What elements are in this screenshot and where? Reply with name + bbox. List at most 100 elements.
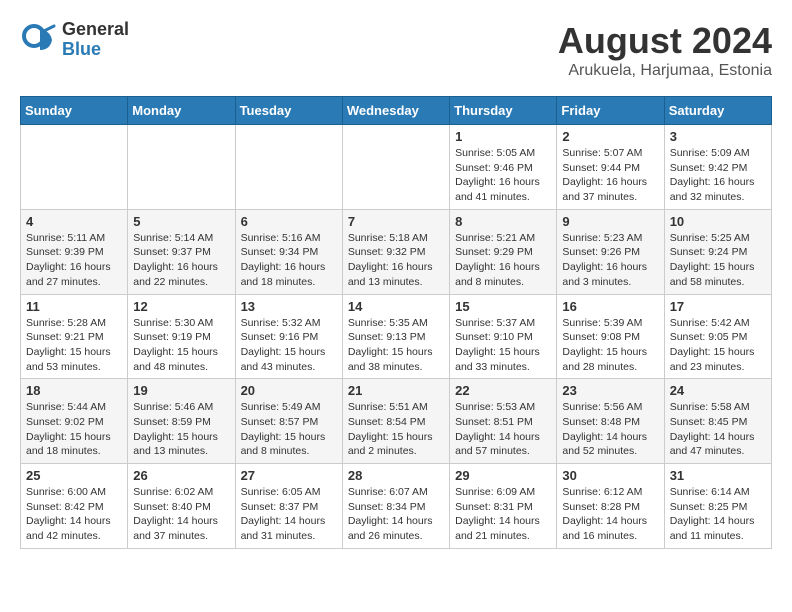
day-info: Sunrise: 5:30 AM Sunset: 9:19 PM Dayligh…: [133, 316, 229, 375]
day-info: Sunrise: 5:56 AM Sunset: 8:48 PM Dayligh…: [562, 400, 658, 459]
calendar-cell: 2 Sunrise: 5:07 AM Sunset: 9:44 PM Daylig…: [557, 125, 664, 210]
day-number: 17: [670, 299, 766, 314]
day-number: 25: [26, 468, 122, 483]
title-area: August 2024 Arukuela, Harjumaa, Estonia: [558, 20, 772, 80]
day-number: 11: [26, 299, 122, 314]
calendar-cell: 5 Sunrise: 5:14 AM Sunset: 9:37 PM Daylig…: [128, 209, 235, 294]
calendar-table: SundayMondayTuesdayWednesdayThursdayFrid…: [20, 96, 772, 549]
day-info: Sunrise: 5:28 AM Sunset: 9:21 PM Dayligh…: [26, 316, 122, 375]
day-info: Sunrise: 5:49 AM Sunset: 8:57 PM Dayligh…: [241, 400, 337, 459]
day-info: Sunrise: 5:58 AM Sunset: 8:45 PM Dayligh…: [670, 400, 766, 459]
logo-blue-text: Blue: [62, 40, 129, 60]
calendar-cell: 22 Sunrise: 5:53 AM Sunset: 8:51 PM Dayli…: [450, 379, 557, 464]
day-info: Sunrise: 6:05 AM Sunset: 8:37 PM Dayligh…: [241, 485, 337, 544]
calendar-cell: 3 Sunrise: 5:09 AM Sunset: 9:42 PM Daylig…: [664, 125, 771, 210]
day-number: 24: [670, 383, 766, 398]
day-info: Sunrise: 5:25 AM Sunset: 9:24 PM Dayligh…: [670, 231, 766, 290]
calendar-cell: 13 Sunrise: 5:32 AM Sunset: 9:16 PM Dayli…: [235, 294, 342, 379]
day-info: Sunrise: 6:07 AM Sunset: 8:34 PM Dayligh…: [348, 485, 444, 544]
week-row-1: 1 Sunrise: 5:05 AM Sunset: 9:46 PM Daylig…: [21, 125, 772, 210]
day-info: Sunrise: 5:32 AM Sunset: 9:16 PM Dayligh…: [241, 316, 337, 375]
day-number: 13: [241, 299, 337, 314]
day-info: Sunrise: 5:14 AM Sunset: 9:37 PM Dayligh…: [133, 231, 229, 290]
day-number: 30: [562, 468, 658, 483]
day-number: 29: [455, 468, 551, 483]
day-info: Sunrise: 5:23 AM Sunset: 9:26 PM Dayligh…: [562, 231, 658, 290]
calendar-cell: 24 Sunrise: 5:58 AM Sunset: 8:45 PM Dayli…: [664, 379, 771, 464]
day-info: Sunrise: 5:51 AM Sunset: 8:54 PM Dayligh…: [348, 400, 444, 459]
day-number: 28: [348, 468, 444, 483]
day-info: Sunrise: 5:05 AM Sunset: 9:46 PM Dayligh…: [455, 146, 551, 205]
weekday-header-friday: Friday: [557, 97, 664, 125]
day-number: 10: [670, 214, 766, 229]
calendar-cell: 21 Sunrise: 5:51 AM Sunset: 8:54 PM Dayli…: [342, 379, 449, 464]
day-info: Sunrise: 6:09 AM Sunset: 8:31 PM Dayligh…: [455, 485, 551, 544]
day-number: 23: [562, 383, 658, 398]
day-info: Sunrise: 5:42 AM Sunset: 9:05 PM Dayligh…: [670, 316, 766, 375]
day-info: Sunrise: 6:12 AM Sunset: 8:28 PM Dayligh…: [562, 485, 658, 544]
calendar-header: SundayMondayTuesdayWednesdayThursdayFrid…: [21, 97, 772, 125]
logo-general-text: General: [62, 20, 129, 40]
calendar-cell: 18Sunrise: 5:44 AM Sunset: 9:02 PM Dayli…: [21, 379, 128, 464]
calendar-cell: 1 Sunrise: 5:05 AM Sunset: 9:46 PM Daylig…: [450, 125, 557, 210]
weekday-header-sunday: Sunday: [21, 97, 128, 125]
day-number: 19: [133, 383, 229, 398]
weekday-header-row: SundayMondayTuesdayWednesdayThursdayFrid…: [21, 97, 772, 125]
calendar-cell: 17 Sunrise: 5:42 AM Sunset: 9:05 PM Dayli…: [664, 294, 771, 379]
weekday-header-tuesday: Tuesday: [235, 97, 342, 125]
day-info: Sunrise: 5:37 AM Sunset: 9:10 PM Dayligh…: [455, 316, 551, 375]
day-number: 21: [348, 383, 444, 398]
calendar-cell: 16Sunrise: 5:39 AM Sunset: 9:08 PM Dayli…: [557, 294, 664, 379]
week-row-2: 4 Sunrise: 5:11 AM Sunset: 9:39 PM Daylig…: [21, 209, 772, 294]
calendar-cell: 23 Sunrise: 5:56 AM Sunset: 8:48 PM Dayli…: [557, 379, 664, 464]
calendar-cell: [342, 125, 449, 210]
day-number: 4: [26, 214, 122, 229]
logo-text: General Blue: [62, 20, 129, 60]
day-info: Sunrise: 5:07 AM Sunset: 9:44 PM Dayligh…: [562, 146, 658, 205]
location-subtitle: Arukuela, Harjumaa, Estonia: [558, 62, 772, 80]
day-number: 20: [241, 383, 337, 398]
weekday-header-wednesday: Wednesday: [342, 97, 449, 125]
calendar-cell: 10 Sunrise: 5:25 AM Sunset: 9:24 PM Dayli…: [664, 209, 771, 294]
calendar-cell: 19 Sunrise: 5:46 AM Sunset: 8:59 PM Dayli…: [128, 379, 235, 464]
day-info: Sunrise: 5:46 AM Sunset: 8:59 PM Dayligh…: [133, 400, 229, 459]
day-number: 1: [455, 129, 551, 144]
day-number: 22: [455, 383, 551, 398]
weekday-header-saturday: Saturday: [664, 97, 771, 125]
calendar-cell: [128, 125, 235, 210]
calendar-cell: 27 Sunrise: 6:05 AM Sunset: 8:37 PM Dayli…: [235, 464, 342, 549]
day-info: Sunrise: 5:53 AM Sunset: 8:51 PM Dayligh…: [455, 400, 551, 459]
calendar-cell: 25 Sunrise: 6:00 AM Sunset: 8:42 PM Dayli…: [21, 464, 128, 549]
day-info: Sunrise: 5:35 AM Sunset: 9:13 PM Dayligh…: [348, 316, 444, 375]
day-number: 16: [562, 299, 658, 314]
day-number: 12: [133, 299, 229, 314]
calendar-cell: 20 Sunrise: 5:49 AM Sunset: 8:57 PM Dayli…: [235, 379, 342, 464]
day-number: 3: [670, 129, 766, 144]
calendar-cell: 28 Sunrise: 6:07 AM Sunset: 8:34 PM Dayli…: [342, 464, 449, 549]
logo: General Blue: [20, 20, 129, 60]
calendar-cell: [21, 125, 128, 210]
day-number: 31: [670, 468, 766, 483]
day-info: Sunrise: 5:21 AM Sunset: 9:29 PM Dayligh…: [455, 231, 551, 290]
calendar-cell: 6Sunrise: 5:16 AM Sunset: 9:34 PM Daylig…: [235, 209, 342, 294]
day-number: 15: [455, 299, 551, 314]
day-number: 27: [241, 468, 337, 483]
calendar-cell: 4 Sunrise: 5:11 AM Sunset: 9:39 PM Daylig…: [21, 209, 128, 294]
day-info: Sunrise: 6:00 AM Sunset: 8:42 PM Dayligh…: [26, 485, 122, 544]
day-info: Sunrise: 5:11 AM Sunset: 9:39 PM Dayligh…: [26, 231, 122, 290]
calendar-cell: [235, 125, 342, 210]
week-row-5: 25 Sunrise: 6:00 AM Sunset: 8:42 PM Dayli…: [21, 464, 772, 549]
day-number: 9: [562, 214, 658, 229]
calendar-cell: 15 Sunrise: 5:37 AM Sunset: 9:10 PM Dayli…: [450, 294, 557, 379]
day-info: Sunrise: 5:44 AM Sunset: 9:02 PM Dayligh…: [26, 400, 122, 459]
calendar-cell: 31 Sunrise: 6:14 AM Sunset: 8:25 PM Dayli…: [664, 464, 771, 549]
week-row-3: 11 Sunrise: 5:28 AM Sunset: 9:21 PM Dayli…: [21, 294, 772, 379]
day-info: Sunrise: 6:14 AM Sunset: 8:25 PM Dayligh…: [670, 485, 766, 544]
day-number: 26: [133, 468, 229, 483]
day-number: 2: [562, 129, 658, 144]
weekday-header-monday: Monday: [128, 97, 235, 125]
day-number: 5: [133, 214, 229, 229]
day-info: Sunrise: 5:09 AM Sunset: 9:42 PM Dayligh…: [670, 146, 766, 205]
month-year-title: August 2024: [558, 20, 772, 62]
calendar-cell: 7Sunrise: 5:18 AM Sunset: 9:32 PM Daylig…: [342, 209, 449, 294]
